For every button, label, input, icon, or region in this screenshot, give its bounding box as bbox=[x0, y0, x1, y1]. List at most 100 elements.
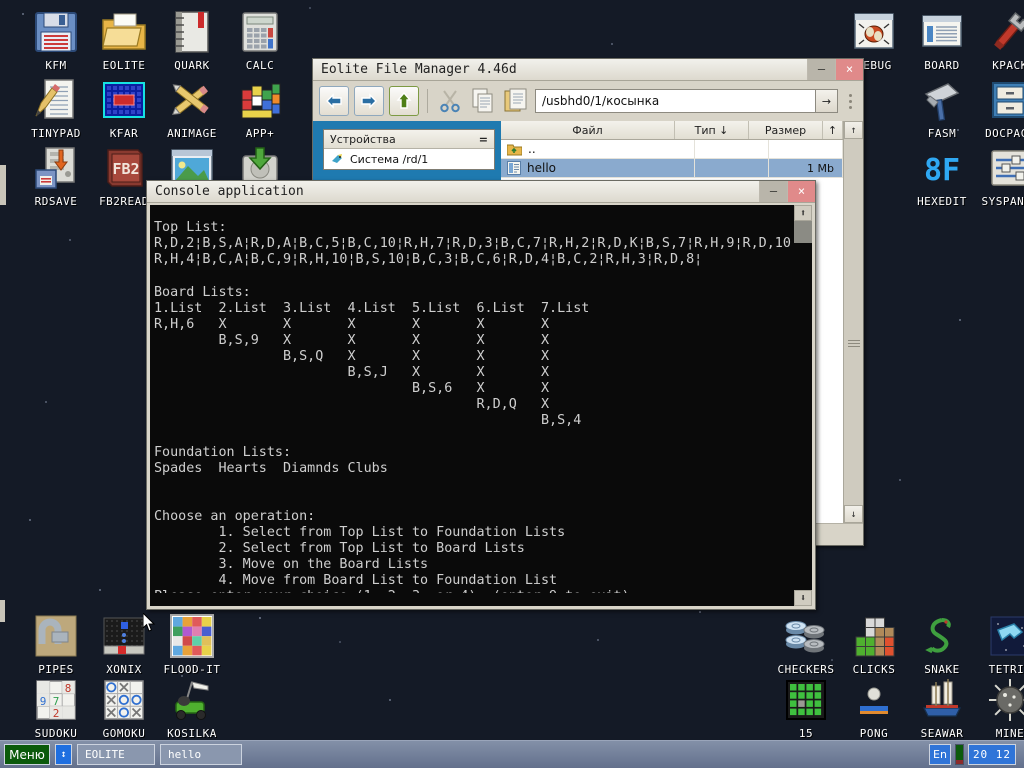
desktop-icon-label: SYSPANEL bbox=[964, 195, 1024, 208]
back-button[interactable] bbox=[319, 86, 349, 116]
clock[interactable]: 20 12 bbox=[968, 744, 1016, 765]
forward-arrow-icon bbox=[359, 93, 379, 109]
fifteen-puzzle-icon bbox=[782, 676, 830, 724]
mouse-cursor-icon bbox=[143, 613, 155, 632]
eolite-window-buttons: – × bbox=[807, 59, 863, 81]
sudoku-icon: 8972 bbox=[32, 676, 80, 724]
checkers-icon bbox=[782, 612, 830, 660]
console-application-window[interactable]: Console application – × Top List: R,D,2¦… bbox=[146, 180, 816, 610]
paste-button[interactable] bbox=[502, 86, 530, 116]
eolite-titlebar[interactable]: Eolite File Manager 4.46d – × bbox=[313, 59, 863, 81]
file-type-cell bbox=[695, 140, 769, 158]
folder-up-icon bbox=[507, 143, 522, 156]
file-type-cell bbox=[695, 159, 769, 177]
scroll-track[interactable] bbox=[844, 139, 863, 505]
hammer-icon bbox=[918, 76, 966, 124]
eolite-toolbar: /usbhd0/1/косынка → bbox=[313, 81, 863, 121]
table-row[interactable]: hello 1 Mb bbox=[501, 159, 843, 178]
taskbar[interactable]: Меню ↕ EOLITE hello En 20 12 bbox=[0, 740, 1024, 768]
devices-header-badge[interactable]: = bbox=[479, 133, 488, 146]
svg-text:2: 2 bbox=[53, 707, 60, 720]
column-header-sort[interactable]: ↑ bbox=[823, 121, 843, 139]
forward-button[interactable] bbox=[354, 86, 384, 116]
hammer-icon bbox=[918, 76, 966, 124]
console-scroll-thumb[interactable] bbox=[794, 221, 812, 243]
table-row[interactable]: .. bbox=[501, 140, 843, 159]
eolite-close-button[interactable]: × bbox=[835, 59, 863, 80]
desktop-icon-calc[interactable]: CALC bbox=[214, 8, 306, 72]
ship-icon bbox=[918, 676, 966, 724]
taskbar-tray: En 20 12 bbox=[929, 744, 1020, 765]
desktop-icon-kosilka[interactable]: KOSILKA bbox=[146, 676, 238, 740]
taskbar-item-hello[interactable]: hello bbox=[160, 744, 242, 765]
fifteen-puzzle-icon bbox=[782, 676, 830, 724]
pipes-icon bbox=[32, 612, 80, 660]
eolite-minimize-button[interactable]: – bbox=[807, 59, 835, 80]
console-minimize-button[interactable]: – bbox=[759, 181, 787, 202]
start-menu-button[interactable]: Меню bbox=[4, 744, 50, 765]
board-window-icon bbox=[918, 8, 966, 56]
desktop-icon-syspanel[interactable]: SYSPANEL bbox=[964, 144, 1024, 208]
language-indicator[interactable]: En bbox=[929, 744, 951, 765]
desktop-icon-kpack[interactable]: KPACK bbox=[964, 8, 1024, 72]
desktop-icon-label: KPACK bbox=[964, 59, 1024, 72]
more-options-icon[interactable] bbox=[843, 94, 857, 109]
background-window-sliver[interactable] bbox=[0, 165, 6, 205]
snake-icon bbox=[918, 612, 966, 660]
desktop-icon-tetris[interactable]: TETRIS bbox=[964, 612, 1024, 676]
column-header-file[interactable]: Файл bbox=[501, 121, 675, 139]
sliders-icon bbox=[986, 144, 1024, 192]
copy-button[interactable] bbox=[469, 86, 497, 116]
disk-save-icon bbox=[32, 144, 80, 192]
desktop-icon-mine[interactable]: MINE bbox=[964, 676, 1024, 740]
console-output-text: Top List: R,D,2¦B,S,A¦R,D,A¦B,C,5¦B,C,10… bbox=[150, 218, 794, 592]
console-content-area[interactable]: Top List: R,D,2¦B,S,A¦R,D,A¦B,C,5¦B,C,10… bbox=[150, 205, 812, 606]
svg-text:FB2: FB2 bbox=[112, 160, 139, 178]
xonix-icon bbox=[100, 612, 148, 660]
toolbar-divider bbox=[427, 89, 428, 113]
hex-8f-icon: 8F bbox=[918, 144, 966, 192]
desktop-icon-label: CALC bbox=[214, 59, 306, 72]
pencils-icon bbox=[168, 76, 216, 124]
scroll-thumb[interactable] bbox=[846, 329, 861, 357]
checkers-icon bbox=[782, 612, 830, 660]
console-scroll-up-button[interactable]: ⬆ bbox=[794, 205, 812, 221]
desktop-icon-label: MINE bbox=[964, 727, 1024, 740]
devices-header: Устройства = bbox=[324, 130, 494, 149]
bug-window-icon bbox=[850, 8, 898, 56]
desktop-icon-flood-it[interactable]: FLOOD-IT bbox=[146, 612, 238, 676]
wrench-icon bbox=[986, 8, 1024, 56]
desktop-icon-app-[interactable]: APP+ bbox=[214, 76, 306, 140]
scroll-up-button[interactable]: ↑ bbox=[844, 121, 863, 139]
console-titlebar[interactable]: Console application – × bbox=[147, 181, 815, 203]
console-scrollbar[interactable]: ⬆ ⬇ bbox=[794, 205, 812, 606]
taskbar-updown-button[interactable]: ↕ bbox=[55, 744, 72, 765]
lawnmower-icon bbox=[168, 676, 216, 724]
notepad-pencil-icon bbox=[32, 76, 80, 124]
column-header-size[interactable]: Размер bbox=[749, 121, 823, 139]
file-name-text: hello bbox=[527, 161, 556, 175]
up-button[interactable] bbox=[389, 86, 419, 116]
cut-button[interactable] bbox=[436, 86, 464, 116]
path-value: /usbhd0/1/косынка bbox=[542, 94, 659, 108]
file-size-cell: 1 Mb bbox=[769, 159, 843, 177]
scissors-icon bbox=[439, 89, 461, 113]
background-window-sliver[interactable] bbox=[0, 600, 5, 622]
path-go-button[interactable]: → bbox=[815, 90, 837, 112]
sudoku-icon: 8972 bbox=[32, 676, 80, 724]
console-close-button[interactable]: × bbox=[787, 181, 815, 202]
sidebar-item-system[interactable]: Система /rd/1 bbox=[324, 149, 494, 169]
column-header-type[interactable]: Тип ↓ bbox=[675, 121, 749, 139]
console-scroll-down-button[interactable]: ⬇ bbox=[794, 590, 812, 606]
file-list-scrollbar[interactable]: ↑ ↓ bbox=[843, 121, 863, 523]
taskbar-item-eolite[interactable]: EOLITE bbox=[77, 744, 155, 765]
scroll-down-button[interactable]: ↓ bbox=[844, 505, 863, 523]
notebook-icon bbox=[168, 8, 216, 56]
desktop-icon-docpack[interactable]: DOCPACK bbox=[964, 76, 1024, 140]
rubik-cube-icon bbox=[236, 76, 284, 124]
bug-window-icon bbox=[850, 8, 898, 56]
mine-icon bbox=[986, 676, 1024, 724]
console-scroll-track[interactable] bbox=[794, 243, 812, 590]
path-input[interactable]: /usbhd0/1/косынка → bbox=[535, 89, 838, 113]
gomoku-icon bbox=[100, 676, 148, 724]
